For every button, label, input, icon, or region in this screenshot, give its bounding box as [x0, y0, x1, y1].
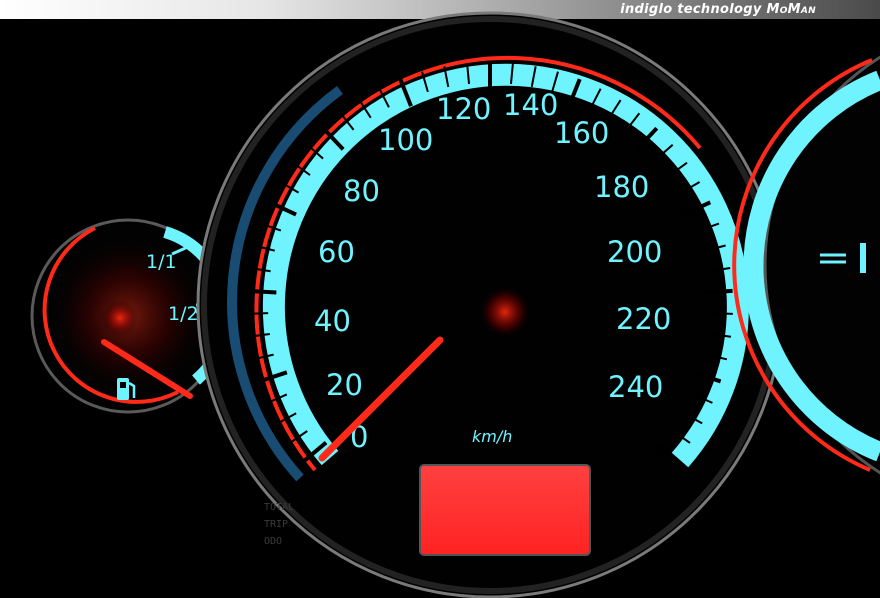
speed-label-120: 120	[436, 92, 491, 126]
speed-label-220: 220	[616, 302, 671, 336]
speed-label-240: 240	[608, 370, 663, 404]
fuel-needle-hub	[102, 300, 138, 336]
speedometer-tick	[247, 312, 269, 315]
speed-label-140: 140	[503, 88, 558, 122]
tachometer-partial	[732, 55, 880, 475]
speed-label-60: 60	[318, 235, 355, 269]
instrument-cluster: 1/1 1/2 0 20 40 60 80 100 120 140 160 18…	[30, 11, 880, 598]
speed-label-200: 200	[607, 235, 662, 269]
tachometer-label-1	[860, 243, 866, 273]
odo-label-total: TOTAL	[264, 502, 294, 513]
speedometer-needle-hub	[479, 286, 531, 338]
speedometer-tick	[711, 312, 733, 315]
speed-label-80: 80	[343, 174, 380, 208]
odo-label-trip: TRIP	[264, 519, 288, 530]
speed-label-100: 100	[378, 123, 433, 157]
odo-label-odo: ODO	[264, 536, 282, 547]
fuel-label-half: 1/2	[168, 303, 199, 325]
speedometer-tick	[247, 288, 277, 295]
speed-label-180: 180	[594, 170, 649, 204]
speed-label-160: 160	[554, 116, 609, 150]
trip-display	[419, 464, 591, 556]
speed-unit-label: km/h	[472, 427, 512, 446]
speed-label-20: 20	[326, 368, 363, 402]
fuel-label-full: 1/1	[146, 251, 177, 273]
speedometer: 0 20 40 60 80 100 120 140 160 180 200 22…	[196, 11, 784, 598]
speed-label-40: 40	[314, 304, 351, 338]
speedometer-tick	[703, 288, 733, 295]
